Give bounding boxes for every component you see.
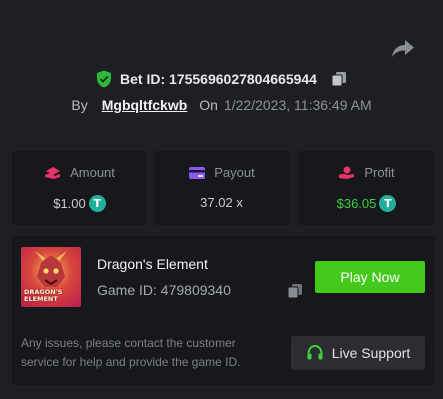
live-support-label: Live Support — [331, 345, 411, 361]
profit-label: Profit — [364, 165, 395, 180]
tether-token-icon: T — [88, 195, 106, 212]
headset-icon — [306, 344, 324, 362]
bet-id-row: Bet ID: 1755696027804665944 — [0, 68, 443, 90]
hand-coin-icon — [338, 166, 356, 180]
profit-value: $36.05 — [336, 196, 377, 211]
bet-id-text: Bet ID: 1755696027804665944 — [120, 71, 317, 87]
copy-bet-id-icon[interactable] — [331, 71, 347, 87]
tether-token-icon: T — [379, 195, 397, 212]
card-icon — [188, 166, 206, 180]
username-link[interactable]: Mgbqltfckwb — [102, 97, 188, 113]
support-notice: Any issues, please contact the customer … — [21, 336, 241, 369]
author-row: By Mgbqltfckwb On 1/22/2023, 11:36:49 AM — [0, 95, 443, 115]
live-support-button[interactable]: Live Support — [291, 336, 425, 370]
game-thumbnail[interactable]: DRAGON'S ELEMENT — [21, 247, 81, 307]
coin-hand-icon — [44, 166, 62, 180]
copy-game-id-icon[interactable] — [287, 283, 303, 299]
payout-value: 37.02 x — [200, 195, 243, 210]
game-id: Game ID: 479809340 — [97, 282, 231, 298]
bet-date: 1/22/2023, 11:36:49 AM — [223, 97, 372, 113]
verified-shield-icon — [96, 70, 112, 88]
amount-label: Amount — [70, 165, 115, 180]
amount-stat: Amount $1.00 T — [12, 151, 147, 225]
game-name: Dragon's Element — [97, 256, 208, 272]
game-card: DRAGON'S ELEMENT Dragon's Element Game I… — [12, 236, 435, 385]
bet-detail-panel: Bet ID: 1755696027804665944 By Mgbqltfck… — [0, 0, 443, 399]
amount-value: $1.00 — [53, 196, 86, 211]
payout-label: Payout — [214, 165, 255, 180]
thumbnail-title-art: DRAGON'S ELEMENT — [24, 288, 63, 303]
play-now-button[interactable]: Play Now — [315, 261, 425, 293]
on-label: On — [199, 97, 218, 113]
payout-stat: Payout 37.02 x — [154, 151, 289, 225]
by-label: By — [71, 97, 88, 113]
profit-stat: Profit $36.05 T — [298, 151, 435, 225]
share-icon[interactable] — [390, 38, 416, 60]
